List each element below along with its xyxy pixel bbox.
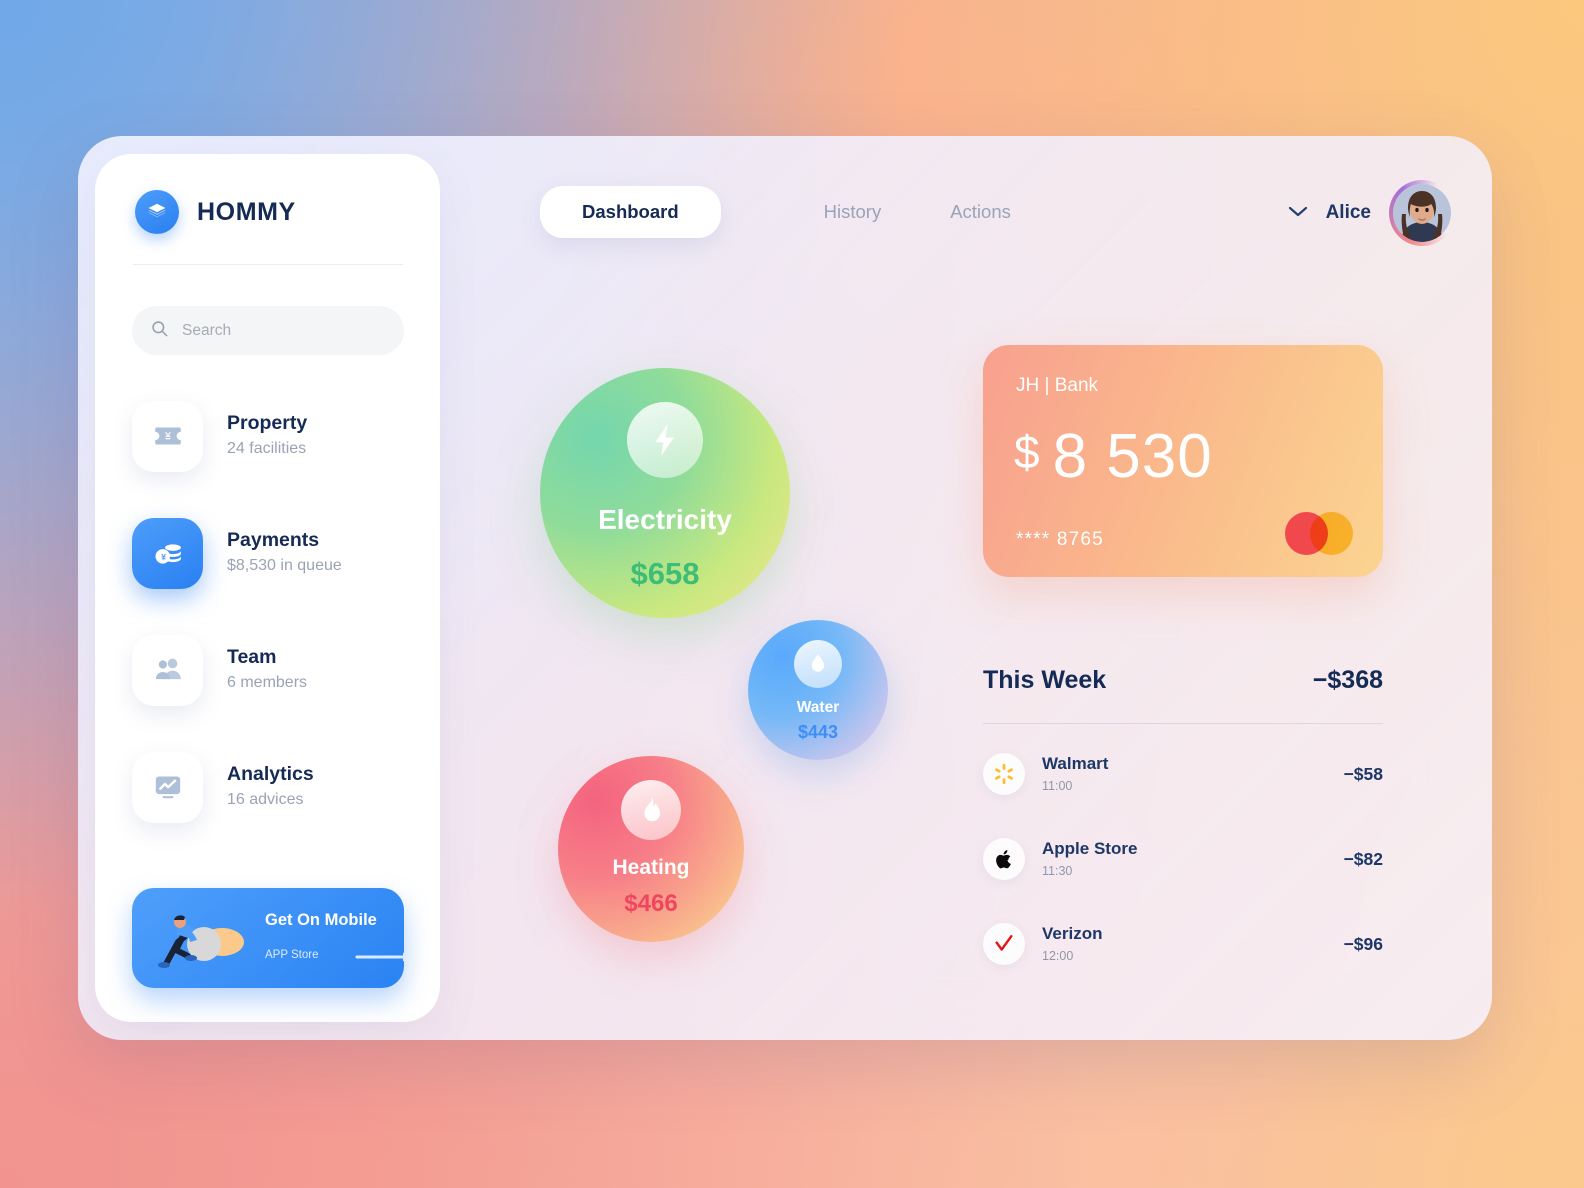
- transactions-title: This Week: [983, 666, 1107, 694]
- people-icon: [132, 634, 203, 706]
- tab-history[interactable]: History: [824, 186, 882, 238]
- transactions-total: −$368: [1312, 666, 1383, 694]
- user-name: Alice: [1325, 202, 1371, 223]
- sidebar-item-analytics[interactable]: Analytics 16 advices: [95, 749, 440, 825]
- sidebar-item-sub: 24 facilities: [227, 439, 307, 457]
- avatar-ring: [1389, 180, 1455, 246]
- transaction-merchant: Verizon: [1042, 924, 1103, 944]
- main-tabs: Dashboard History Actions: [540, 186, 1011, 238]
- sidebar-item-label: Payments: [227, 529, 320, 552]
- drop-icon: [794, 640, 842, 688]
- promo-title: Get On Mobile: [265, 911, 377, 929]
- sidebar-item-label: Analytics: [227, 763, 314, 786]
- transaction-time: 11:00: [1042, 778, 1073, 793]
- sidebar-item-sub: $8,530 in queue: [227, 556, 342, 574]
- transaction-time: 11:30: [1042, 863, 1073, 878]
- transaction-amount: −$82: [1343, 848, 1383, 869]
- transaction-merchant: Walmart: [1042, 754, 1109, 774]
- verizon-icon: [983, 923, 1025, 965]
- card-number: **** 8765: [1016, 529, 1104, 550]
- sidebar-nav: Property 24 facilities Payments $8,530 i…: [95, 398, 440, 866]
- app-background: HOMMY Search Property 24 facilities Paym…: [0, 0, 1584, 1188]
- utility-amount: $443: [797, 722, 839, 742]
- sidebar-item-sub: 6 members: [227, 673, 308, 691]
- table-row[interactable]: Walmart 11:00 −$58: [983, 739, 1383, 809]
- card-bank-name: JH | Bank: [1016, 375, 1099, 396]
- brand: HOMMY: [135, 190, 296, 234]
- arrow-right-icon: [355, 952, 404, 962]
- transaction-time: 12:00: [1042, 948, 1074, 963]
- flame-icon: [621, 780, 681, 840]
- utility-label: Heating: [612, 856, 690, 879]
- avatar[interactable]: [1393, 184, 1451, 242]
- sidebar: HOMMY Search Property 24 facilities Paym…: [95, 154, 440, 1022]
- utility-amount: $466: [624, 890, 678, 917]
- ticket-yen-icon: [132, 400, 203, 472]
- utility-bubble-electricity[interactable]: Electricity $658: [540, 368, 790, 618]
- transaction-merchant: Apple Store: [1042, 839, 1138, 859]
- tab-dashboard[interactable]: Dashboard: [540, 186, 721, 238]
- search-input[interactable]: [182, 321, 362, 340]
- transactions-header: This Week −$368: [983, 666, 1383, 695]
- tab-actions[interactable]: Actions: [950, 186, 1011, 238]
- utility-label: Electricity: [598, 504, 732, 535]
- transaction-amount: −$58: [1343, 763, 1383, 784]
- layers-icon: [135, 190, 179, 234]
- brand-name: HOMMY: [197, 197, 296, 226]
- bolt-icon: [627, 402, 703, 478]
- apple-icon: [983, 838, 1025, 880]
- promo-illustration: [158, 915, 244, 968]
- transactions-divider: [983, 723, 1383, 724]
- user-menu[interactable]: Alice: [1288, 180, 1455, 246]
- search-icon: [150, 319, 169, 343]
- table-row[interactable]: Verizon 12:00 −$96: [983, 909, 1383, 979]
- utility-bubble-heating[interactable]: Heating $466: [558, 756, 744, 942]
- sidebar-item-label: Property: [227, 412, 308, 435]
- table-row[interactable]: Apple Store 11:30 −$82: [983, 824, 1383, 894]
- promo-subtitle: APP Store: [265, 949, 319, 961]
- main-panel: HOMMY Search Property 24 facilities Paym…: [78, 136, 1492, 1040]
- utility-amount: $658: [630, 556, 700, 591]
- utility-bubble-water[interactable]: Water $443: [748, 620, 888, 760]
- card-amount: 8 530: [1052, 422, 1213, 491]
- search-box[interactable]: [132, 306, 404, 355]
- walmart-icon: [983, 753, 1025, 795]
- mastercard-icon: [1285, 512, 1353, 555]
- sidebar-item-team[interactable]: Team 6 members: [95, 632, 440, 708]
- credit-card[interactable]: JH | Bank $8 530 **** 8765: [983, 345, 1383, 577]
- card-currency: $: [1014, 426, 1041, 478]
- transactions-panel: This Week −$368 Walmart 11:00 −$58 Apple…: [983, 666, 1383, 979]
- transaction-amount: −$96: [1343, 933, 1383, 954]
- utility-label: Water: [796, 699, 840, 716]
- coins-icon: [132, 517, 203, 589]
- card-balance: $8 530: [1014, 421, 1213, 492]
- sidebar-item-payments[interactable]: Payments $8,530 in queue: [95, 515, 440, 591]
- get-on-mobile-banner[interactable]: Get On Mobile APP Store: [132, 888, 404, 988]
- chevron-down-icon[interactable]: [1288, 204, 1308, 222]
- sidebar-divider: [133, 264, 403, 265]
- sidebar-item-sub: 16 advices: [227, 790, 304, 808]
- sidebar-item-label: Team: [227, 646, 277, 669]
- sidebar-item-property[interactable]: Property 24 facilities: [95, 398, 440, 474]
- chart-icon: [132, 751, 203, 823]
